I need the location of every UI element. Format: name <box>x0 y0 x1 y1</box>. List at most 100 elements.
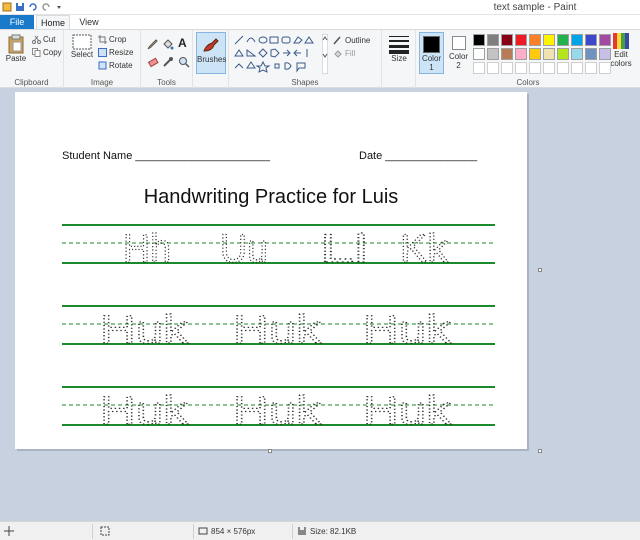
resize-handle-right[interactable] <box>538 268 542 272</box>
palette-swatch[interactable] <box>599 48 611 60</box>
palette-swatch[interactable] <box>543 48 555 60</box>
palette-swatch[interactable] <box>571 34 583 46</box>
size-label: Size <box>391 54 407 63</box>
crop-label: Crop <box>109 35 127 44</box>
tracing-letters: Huk <box>363 389 452 433</box>
fill-icon <box>334 50 342 58</box>
palette-swatch[interactable] <box>529 62 541 74</box>
scissors-icon <box>32 35 41 44</box>
palette-swatch[interactable] <box>557 62 569 74</box>
palette-swatch[interactable] <box>557 48 569 60</box>
palette-swatch[interactable] <box>543 62 555 74</box>
tab-home[interactable]: Home <box>36 15 70 29</box>
paste-label: Paste <box>5 54 27 63</box>
shapes-gallery-icon[interactable] <box>233 34 321 74</box>
resize-icon <box>98 48 107 57</box>
palette-swatch[interactable] <box>543 34 555 46</box>
eraser-icon[interactable] <box>147 56 159 68</box>
brushes-group: Brushes <box>193 30 229 88</box>
edit-colors-label: Edit <box>614 50 628 59</box>
palette-swatch[interactable] <box>599 34 611 46</box>
tools-group: A Tools <box>141 30 193 88</box>
image-group: Select Crop Resize Rotate Image <box>64 30 141 88</box>
palette-swatch[interactable] <box>501 34 513 46</box>
size-button[interactable]: Size <box>386 34 412 63</box>
resize-handle-corner[interactable] <box>538 449 542 453</box>
shapes-group: Outline Fill Shapes <box>229 30 382 88</box>
rotate-label: Rotate <box>109 61 133 70</box>
palette-swatch[interactable] <box>585 34 597 46</box>
text-tool-icon[interactable]: A <box>178 36 187 50</box>
fill-label: Fill <box>345 48 356 58</box>
shapes-group-label: Shapes <box>291 78 319 87</box>
ribbon: Paste Cut Copy Clipboard Select Crop Res… <box>0 29 640 88</box>
crop-button[interactable]: Crop <box>98 35 126 44</box>
status-separator <box>292 524 293 539</box>
fill-bucket-icon[interactable] <box>162 38 174 50</box>
palette-swatch[interactable] <box>585 62 597 74</box>
tracing-letters: Huk <box>100 308 189 352</box>
color2-number: 2 <box>456 61 461 70</box>
clipboard-group-label: Clipboard <box>14 78 49 87</box>
magnifier-icon[interactable] <box>178 56 190 68</box>
tracing-letters: Huk <box>100 389 189 433</box>
colors-group-label: Colors <box>516 78 540 87</box>
cut-button[interactable]: Cut <box>32 35 55 44</box>
palette-swatch[interactable] <box>501 48 513 60</box>
crop-icon <box>98 35 107 44</box>
disk-icon <box>298 527 306 535</box>
tracing-letters: Hh <box>123 227 171 271</box>
palette-swatch[interactable] <box>529 34 541 46</box>
tab-view[interactable]: View <box>72 15 106 29</box>
outline-label: Outline <box>345 35 371 45</box>
select-button[interactable]: Select <box>70 34 94 59</box>
edit-colors-button[interactable]: Edit colors <box>609 32 633 68</box>
brushes-button[interactable]: Brushes <box>196 32 226 74</box>
palette-swatch[interactable] <box>487 34 499 46</box>
palette-swatch[interactable] <box>585 48 597 60</box>
practice-row: Huk Huk Huk <box>62 305 495 353</box>
palette-swatch[interactable] <box>501 62 513 74</box>
palette-swatch[interactable] <box>515 48 527 60</box>
palette-swatch[interactable] <box>599 62 611 74</box>
status-separator <box>193 524 194 539</box>
palette-swatch[interactable] <box>473 34 485 46</box>
drawing-canvas[interactable]: Student Name ______________________ Date… <box>15 92 527 449</box>
cursor-position <box>4 526 14 536</box>
select-rectangle-icon <box>72 34 92 50</box>
palette-swatch[interactable] <box>515 62 527 74</box>
tracing-letters: Huk <box>233 308 322 352</box>
outline-dropdown[interactable]: Outline <box>333 35 370 45</box>
color-palette <box>473 34 611 74</box>
practice-row: Huk Huk Huk <box>62 386 495 434</box>
tracing-letters: Ll <box>320 227 368 271</box>
palette-swatch[interactable] <box>487 48 499 60</box>
paste-button[interactable]: Paste <box>4 34 28 63</box>
selection-icon <box>100 526 110 536</box>
color-picker-icon[interactable] <box>162 56 174 68</box>
palette-swatch[interactable] <box>557 34 569 46</box>
fill-dropdown[interactable]: Fill <box>333 48 355 58</box>
tab-file[interactable]: File <box>0 15 34 29</box>
palette-swatch[interactable] <box>571 62 583 74</box>
brush-icon <box>203 38 219 52</box>
rotate-button[interactable]: Rotate <box>98 61 133 70</box>
pencil-icon[interactable] <box>147 38 159 50</box>
brushes-label: Brushes <box>197 55 227 64</box>
color2-button[interactable]: Color 2 <box>446 32 471 70</box>
palette-swatch[interactable] <box>473 62 485 74</box>
palette-swatch[interactable] <box>571 48 583 60</box>
color1-number: 1 <box>429 63 434 72</box>
shapes-scroll-icon[interactable] <box>322 34 328 74</box>
color1-button[interactable]: Color 1 <box>419 32 444 74</box>
dimensions-icon <box>198 527 208 535</box>
resize-handle-bottom[interactable] <box>268 449 272 453</box>
copy-label: Copy <box>43 48 62 57</box>
resize-button[interactable]: Resize <box>98 48 133 57</box>
palette-swatch[interactable] <box>487 62 499 74</box>
resize-label: Resize <box>109 48 134 57</box>
copy-button[interactable]: Copy <box>32 48 62 57</box>
palette-swatch[interactable] <box>515 34 527 46</box>
palette-swatch[interactable] <box>529 48 541 60</box>
palette-swatch[interactable] <box>473 48 485 60</box>
